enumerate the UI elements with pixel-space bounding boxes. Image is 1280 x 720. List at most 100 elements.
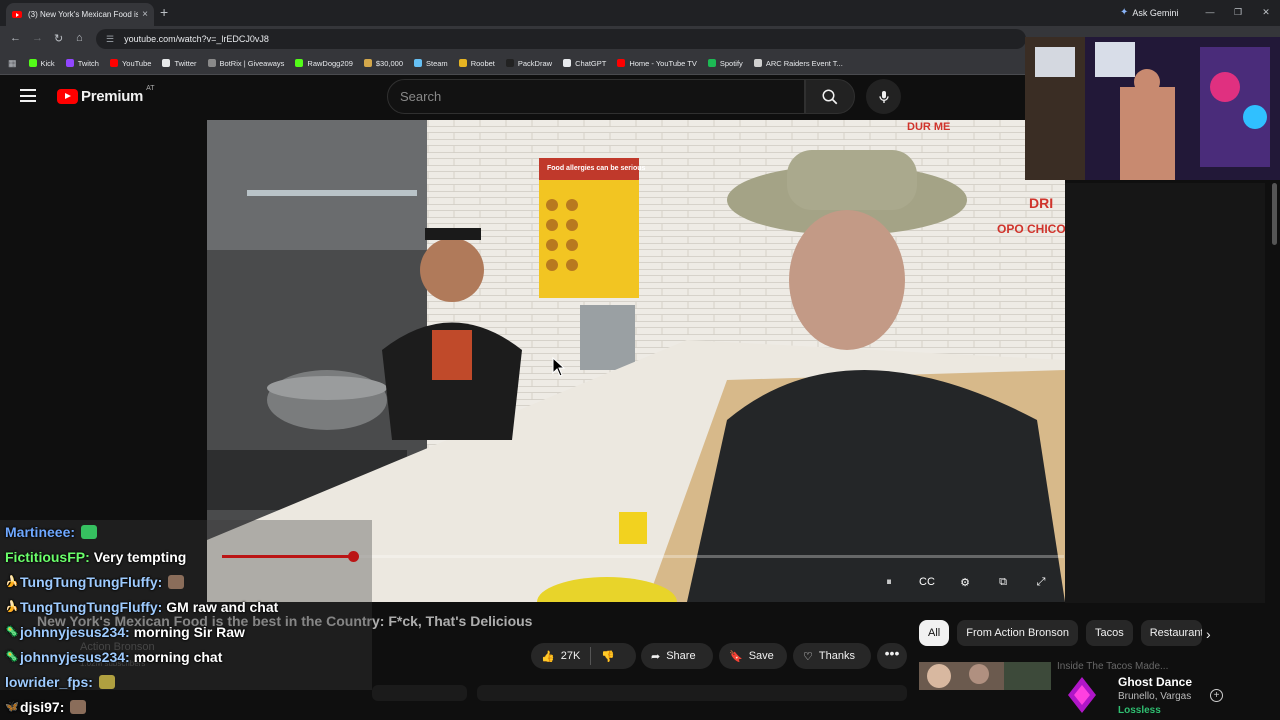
microphone-icon (878, 90, 889, 103)
address-bar[interactable]: ☰ youtube.com/watch?v=_lrEDCJ0vJ8 (96, 29, 1026, 49)
stream-chat-overlay: Martineee: FictitiousFP: Very tempting 🍌 Tun… (5, 519, 278, 719)
apps-grid-icon[interactable]: ▦ (8, 58, 17, 69)
chat-message: 🦋 djsi97: (5, 694, 278, 719)
bookmark-label: Twitter (174, 58, 197, 68)
bookmark-label: Steam (426, 58, 448, 68)
chat-emote-icon (98, 674, 115, 689)
player-controls: ⏸ CC ⚙ ⧉ ⤢ (879, 574, 1051, 590)
browser-tab[interactable]: (3) New York's Mexican Food is × (6, 3, 154, 26)
bookmark-item[interactable]: Twitter (162, 58, 197, 68)
maximize-icon[interactable]: ❐ (1224, 0, 1252, 24)
save-button[interactable]: 🔖 Save (719, 643, 787, 669)
chip-restaurants[interactable]: Restaurants (1140, 620, 1202, 646)
search-input[interactable]: Search (387, 79, 805, 114)
save-label: Save (748, 650, 774, 662)
chip-all[interactable]: All (919, 620, 950, 646)
chat-message-text: GM raw and chat (166, 598, 279, 615)
bookmark-item[interactable]: ARC Raiders Event T... (753, 58, 843, 68)
chat-badge-icon: 🦠 (5, 651, 19, 663)
webcam-feed (1025, 37, 1280, 180)
chat-username: johnnyjesus234: (20, 623, 130, 640)
close-window-icon[interactable]: ✕ (1252, 0, 1280, 24)
bookmark-favicon-icon (65, 59, 74, 67)
settings-gear-icon[interactable]: ⚙ (955, 574, 975, 590)
reload-icon[interactable]: ↻ (54, 32, 63, 45)
miniplayer-icon[interactable]: ⧉ (993, 574, 1013, 590)
music-visualizer-icon (1068, 677, 1096, 713)
recommended-video-title[interactable]: Inside The Tacos Made... (1057, 661, 1227, 672)
chat-message: 🦠 johnnyjesus234: morning chat (5, 644, 278, 669)
menu-icon[interactable] (20, 89, 36, 106)
new-tab-button[interactable]: + (160, 4, 168, 20)
bookmark-item[interactable]: YouTube (109, 59, 151, 68)
wall-sign-1: DRI (1029, 195, 1053, 211)
scrollbar-thumb[interactable] (1272, 183, 1277, 245)
chat-username: FictitiousFP: (5, 548, 90, 565)
bookmark-item[interactable]: RawDogg209 (295, 59, 353, 68)
bookmark-label: ChatGPT (575, 58, 607, 68)
voice-search-button[interactable] (866, 79, 901, 114)
fullscreen-icon[interactable]: ⤢ (1031, 574, 1051, 590)
chat-emote-icon (168, 574, 185, 589)
thumbs-down-icon[interactable]: 👎 (601, 650, 615, 663)
chat-message: Martineee: (5, 519, 278, 544)
chat-username: lowrider_fps: (5, 673, 93, 690)
chat-badge-icon: 🦠 (5, 626, 19, 638)
chip-from-channel[interactable]: From Action Bronson (957, 620, 1078, 646)
bookmark-item[interactable]: Home - YouTube TV (617, 59, 697, 68)
chat-emote-icon (70, 699, 87, 714)
add-to-library-icon[interactable]: + (1210, 689, 1223, 702)
youtube-premium-logo[interactable]: Premium AT (57, 85, 155, 105)
gemini-spark-icon: ✦ (1120, 7, 1129, 18)
captions-icon[interactable]: CC (917, 574, 937, 590)
bookmark-item[interactable]: Steam (414, 59, 448, 68)
now-playing-title: Ghost Dance (1118, 675, 1193, 689)
back-icon[interactable]: ← (10, 32, 21, 44)
bookmark-favicon-icon (753, 59, 762, 67)
chat-message: 🦠 johnnyjesus234: morning Sir Raw (5, 619, 278, 644)
bookmark-item[interactable]: PackDraw (505, 59, 552, 68)
bookmark-favicon-icon (458, 59, 467, 67)
bookmark-label: Twitch (77, 58, 99, 68)
chevron-right-icon[interactable]: › (1206, 626, 1211, 642)
bookmark-item[interactable]: Twitch (65, 58, 99, 68)
home-icon[interactable]: ⌂ (76, 32, 83, 44)
thumbs-up-icon[interactable]: 👍 (541, 650, 555, 663)
share-button[interactable]: ➦ Share (641, 643, 713, 669)
mouse-cursor-icon (552, 357, 566, 377)
more-actions-button[interactable]: ••• (877, 643, 907, 669)
webcam-overlay (1025, 37, 1280, 180)
autoplay-toggle-icon[interactable]: ⏸ (879, 574, 899, 590)
bookmark-list: Kick Twitch YouTube Twitter BotRix | Giveawa… (28, 58, 854, 68)
bookmark-item[interactable]: ChatGPT (563, 59, 606, 68)
bookmark-item[interactable]: $30,000 (363, 59, 403, 68)
thanks-button[interactable]: ♡ Thanks (793, 643, 871, 669)
url-text: youtube.com/watch?v=_lrEDCJ0vJ8 (124, 34, 269, 44)
chat-message-text: morning Sir Raw (133, 623, 245, 640)
bookmark-item[interactable]: Kick (28, 59, 55, 68)
bookmark-item[interactable]: BotRix | Giveaways (207, 58, 285, 68)
bookmark-label: ARC Raiders Event T... (765, 58, 843, 68)
chat-message: lowrider_fps: (5, 669, 278, 694)
minimize-icon[interactable]: — (1196, 0, 1224, 24)
chip-tacos[interactable]: Tacos (1085, 620, 1133, 646)
audio-quality-badge: Lossless (1118, 705, 1161, 716)
search-icon (822, 89, 838, 104)
ask-gemini-button[interactable]: ✦ Ask Gemini (1120, 7, 1178, 18)
recommended-video-thumbnail[interactable] (919, 662, 1051, 690)
bookmark-favicon-icon (707, 59, 716, 67)
country-code: AT (146, 85, 155, 92)
bookmark-item[interactable]: Roobet (458, 59, 495, 68)
forward-icon[interactable]: → (32, 32, 43, 44)
bookmark-favicon-icon (617, 59, 626, 67)
bookmark-label: BotRix | Giveaways (219, 58, 285, 68)
like-count[interactable]: 27K (561, 650, 581, 662)
bookmark-favicon-icon (414, 59, 422, 67)
chat-username: TungTungTungFluffy: (20, 573, 163, 590)
site-info-icon[interactable]: ☰ (106, 34, 114, 45)
tab-close-icon[interactable]: × (142, 9, 148, 20)
youtube-favicon-icon (12, 11, 22, 18)
search-button[interactable] (805, 79, 855, 114)
youtube-logo-icon (57, 89, 78, 104)
bookmark-item[interactable]: Spotify (707, 59, 743, 68)
